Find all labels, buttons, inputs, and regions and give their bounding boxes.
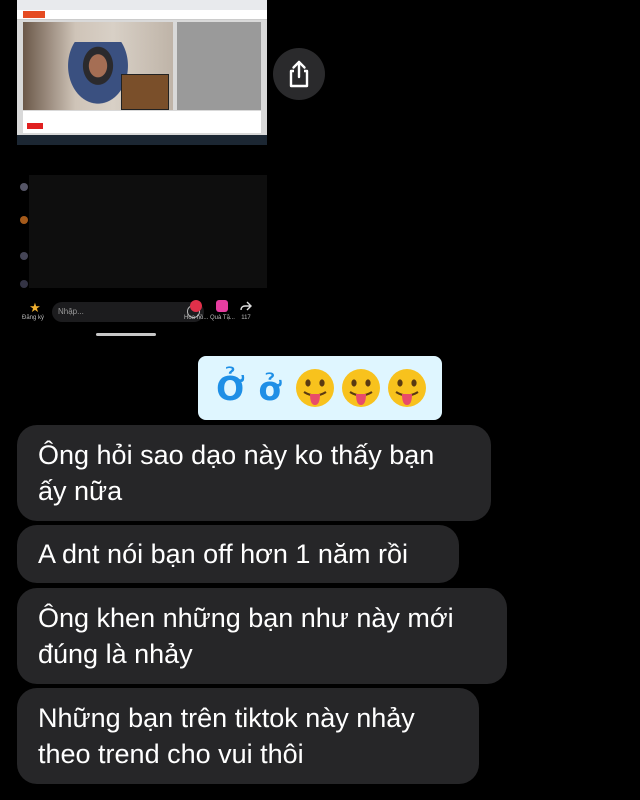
gift-button[interactable]: Quà Tặ... xyxy=(210,300,235,321)
message-bubble[interactable]: A dnt nói bạn off hơn 1 năm rồi xyxy=(17,525,459,583)
chat-placeholder: Nhập... xyxy=(58,307,84,316)
avatar xyxy=(20,183,28,191)
stream-video-frame xyxy=(23,22,173,110)
chat-input[interactable]: Nhập... xyxy=(52,302,204,322)
rose-button[interactable]: Hoa hồ... xyxy=(184,300,208,321)
share-arrow-icon xyxy=(240,301,252,311)
inset-video xyxy=(121,74,169,110)
shared-screenshot-image[interactable] xyxy=(17,0,267,345)
message-line: ấy nữa xyxy=(38,476,123,506)
message-bubble[interactable]: Ông khen những bạn như này mới đúng là n… xyxy=(17,588,507,684)
message-bubble[interactable]: Những bạn trên tiktok này nhảy theo tren… xyxy=(17,688,479,784)
stream-controls: ★ Đăng ký Nhập... Hoa hồ... Quà Tặ... 11… xyxy=(22,300,262,328)
subscribe-icon[interactable]: ★ xyxy=(26,300,44,315)
share-count-button[interactable]: 117 xyxy=(234,300,258,321)
avatar xyxy=(20,252,28,260)
desktop-taskbar xyxy=(17,135,267,145)
browser-tab-bar xyxy=(17,0,267,10)
reaction-message-bubble[interactable]: Ở ở xyxy=(198,356,442,420)
rose-label: Hoa hồ... xyxy=(184,315,209,321)
subscribe-label: Đăng ký xyxy=(22,315,45,321)
reaction-text: Ở ở xyxy=(216,368,282,408)
side-panel xyxy=(177,22,261,110)
share-count-label: 117 xyxy=(241,315,251,321)
rose-icon xyxy=(190,300,202,312)
video-info-strip xyxy=(23,111,261,133)
browser-address-bar xyxy=(17,10,267,20)
livestream-page-screenshot xyxy=(17,0,267,145)
avatar xyxy=(20,280,28,288)
face-with-tongue-icon xyxy=(296,369,334,407)
message-line: Những bạn trên tiktok này nhảy xyxy=(38,703,415,733)
face-with-tongue-icon xyxy=(388,369,426,407)
face-with-tongue-icon xyxy=(342,369,380,407)
share-button[interactable] xyxy=(273,48,325,100)
home-indicator xyxy=(96,333,156,336)
message-line: A dnt nói bạn off hơn 1 năm rồi xyxy=(38,539,408,569)
message-line: đúng là nhảy xyxy=(38,639,193,669)
gift-icon xyxy=(216,300,228,312)
message-line: Ông khen những bạn như này mới xyxy=(38,603,454,633)
live-video-area xyxy=(29,175,267,288)
message-line: theo trend cho vui thôi xyxy=(38,739,304,769)
site-logo xyxy=(23,11,45,18)
avatar xyxy=(20,216,28,224)
share-icon xyxy=(289,60,309,88)
message-bubble[interactable]: Ông hỏi sao dạo này ko thấy bạn ấy nữa xyxy=(17,425,491,521)
gift-label: Quà Tặ... xyxy=(210,315,235,321)
message-line: Ông hỏi sao dạo này ko thấy bạn xyxy=(38,440,435,470)
